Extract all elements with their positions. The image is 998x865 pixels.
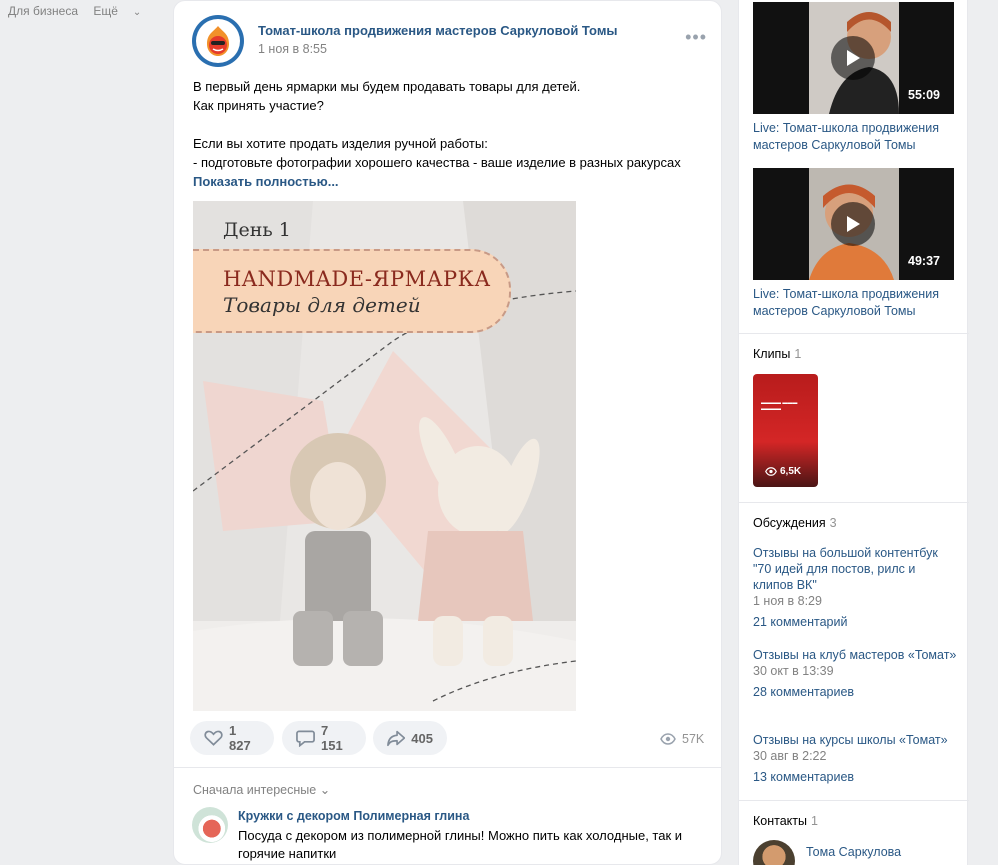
tomato-logo-icon: [196, 19, 240, 63]
video-duration: 55:09: [908, 88, 940, 102]
commenter-avatar[interactable]: [192, 807, 228, 843]
eye-icon: [765, 467, 777, 476]
clips-label: Клипы: [753, 347, 791, 361]
post-header: Томат-школа продвижения мастеров Саркуло…: [192, 15, 707, 67]
post-line: Как принять участие?: [193, 98, 324, 113]
divider: [739, 502, 969, 503]
post-line: - подготовьте фотографии хорошего качест…: [193, 155, 681, 170]
video-thumbnail[interactable]: 49:37: [753, 168, 954, 280]
contacts-count: 1: [811, 814, 818, 828]
clip-views-count: 6,5K: [780, 466, 802, 477]
clips-count: 1: [794, 347, 802, 361]
post-card: Томат-школа продвижения мастеров Саркуло…: [173, 0, 722, 865]
discussion-title[interactable]: Отзывы на клуб мастеров «Томат»: [753, 647, 958, 663]
discussion-item: Отзывы на большой контентбук "70 идей дл…: [753, 545, 958, 629]
discussion-comments[interactable]: 21 комментарий: [753, 615, 958, 629]
business-link[interactable]: Для бизнеса: [8, 4, 78, 18]
video-thumbnail[interactable]: 55:09: [753, 2, 954, 114]
more-menu[interactable]: Ещё ⌄: [93, 4, 153, 18]
comment-text: Посуда с декором из полимерной глины! Мо…: [238, 828, 683, 861]
post-date[interactable]: 1 ноя в 8:55: [258, 42, 327, 56]
discussion-item: Отзывы на клуб мастеров «Томат» 30 окт в…: [753, 647, 958, 699]
comment-sort-dropdown[interactable]: Сначала интересные ⌄: [193, 782, 330, 797]
discussions-header[interactable]: Обсуждения 3: [753, 516, 837, 530]
views-count: 57K: [682, 732, 705, 746]
views-counter: 57K: [660, 732, 704, 746]
play-icon: [831, 36, 875, 80]
discussion-date: 1 ноя в 8:29: [753, 594, 822, 608]
heart-icon: [204, 730, 223, 746]
more-options-icon[interactable]: •••: [685, 27, 707, 48]
discussions-count: 3: [829, 516, 837, 530]
contact-name[interactable]: Тома Саркулова: [806, 845, 901, 859]
share-count: 405: [411, 730, 433, 746]
video-title[interactable]: Live: Томат-школа продвижения мастеров С…: [753, 120, 958, 154]
show-more-link[interactable]: Показать полностью...: [193, 172, 703, 191]
share-icon: [387, 730, 406, 747]
eye-icon: [660, 733, 676, 745]
top-left-links: Для бизнеса Ещё ⌄: [8, 4, 165, 18]
sort-label: Сначала интересные: [193, 783, 317, 797]
clip-views: 6,5K: [765, 466, 801, 477]
post-image[interactable]: День 1 HANDMADE-ЯРМАРКА Товары для детей: [193, 201, 576, 711]
image-day-label: День 1: [223, 219, 291, 241]
comment-icon: [296, 730, 315, 747]
clip-caption: ▬▬▬▬ ▬▬▬ ▬▬▬▬: [761, 400, 798, 412]
discussion-title[interactable]: Отзывы на большой контентбук "70 идей дл…: [753, 545, 958, 593]
divider: [174, 767, 721, 768]
divider: [739, 333, 969, 334]
play-icon: [831, 202, 875, 246]
contact-avatar[interactable]: [753, 840, 795, 865]
right-sidebar: 55:09 Live: Томат-школа продвижения маст…: [738, 0, 969, 865]
discussion-comments[interactable]: 13 комментариев: [753, 770, 958, 784]
post-line: В первый день ярмарки мы будем продавать…: [193, 79, 581, 94]
discussion-date: 30 авг в 2:22: [753, 749, 827, 763]
discussion-date: 30 окт в 13:39: [753, 664, 834, 678]
like-button[interactable]: 1 827: [190, 721, 274, 755]
clip-thumbnail[interactable]: ▬▬▬▬ ▬▬▬ ▬▬▬▬ 6,5K: [753, 374, 818, 487]
post-line: Если вы хотите продать изделия ручной ра…: [193, 136, 488, 151]
discussion-item: Отзывы на курсы школы «Томат» 30 авг в 2…: [753, 732, 958, 784]
share-button[interactable]: 405: [373, 721, 447, 755]
contacts-header[interactable]: Контакты 1: [753, 814, 818, 828]
more-label: Ещё: [93, 4, 118, 18]
discussion-comments[interactable]: 28 комментариев: [753, 685, 958, 699]
commenter-name[interactable]: Кружки с декором Полимерная глина: [238, 809, 469, 823]
like-count: 1 827: [229, 723, 251, 753]
comment-count: 7 151: [321, 723, 343, 753]
post-text: В первый день ярмарки мы будем продавать…: [193, 77, 703, 191]
comment-button[interactable]: 7 151: [282, 721, 366, 755]
video-duration: 49:37: [908, 254, 940, 268]
video-title[interactable]: Live: Томат-школа продвижения мастеров С…: [753, 286, 958, 320]
post-line: [193, 115, 703, 134]
discussion-title[interactable]: Отзывы на курсы школы «Томат»: [753, 732, 958, 748]
image-banner: [193, 249, 511, 333]
contacts-label: Контакты: [753, 814, 807, 828]
divider: [739, 800, 969, 801]
chevron-down-icon: ⌄: [132, 7, 142, 18]
discussions-label: Обсуждения: [753, 516, 826, 530]
image-heading: HANDMADE-ЯРМАРКА: [223, 267, 491, 291]
post-author[interactable]: Томат-школа продвижения мастеров Саркуло…: [258, 23, 618, 38]
clips-header[interactable]: Клипы 1: [753, 347, 801, 361]
group-avatar[interactable]: [192, 15, 244, 67]
chevron-down-icon: ⌄: [319, 783, 331, 797]
image-subheading: Товары для детей: [223, 293, 421, 317]
